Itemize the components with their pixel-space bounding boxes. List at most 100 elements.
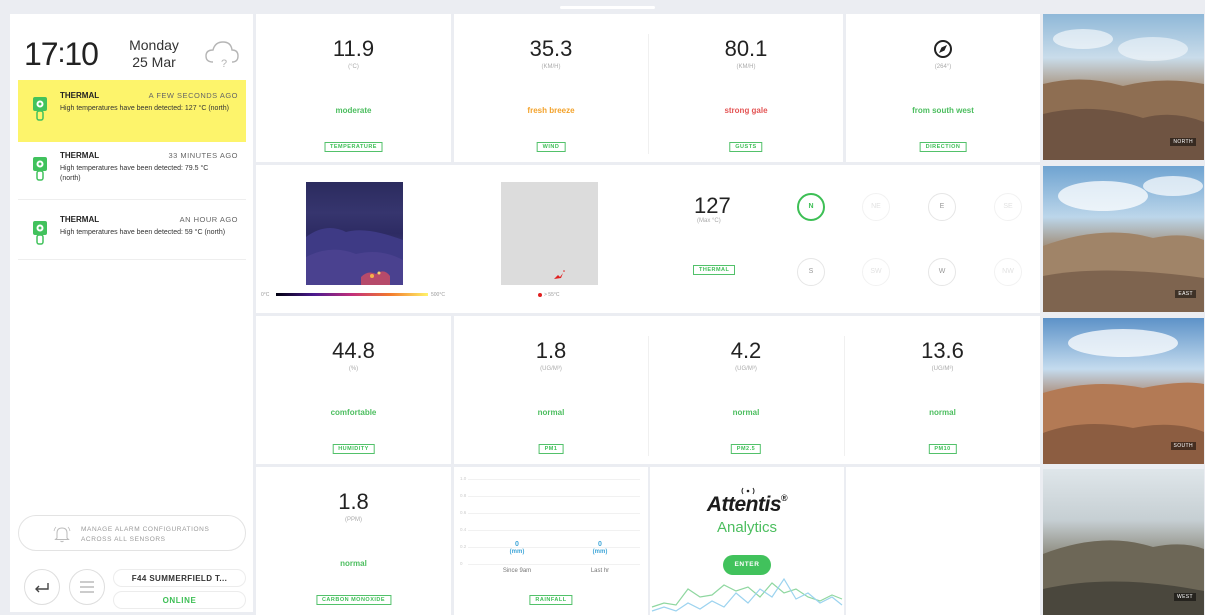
pm25-desc: normal: [732, 408, 760, 417]
pm1-value: 1.8: [535, 338, 567, 363]
humidity-tile[interactable]: 44.8 (%) comfortable HUMIDITY: [256, 316, 451, 464]
pm25-value: 4.2: [730, 338, 762, 363]
pm25-unit: (UG/M³): [735, 366, 757, 372]
attentis-analytics-tile[interactable]: Attentis® Analytics ENTER: [650, 467, 844, 615]
camera-label: NORTH: [1170, 138, 1196, 146]
rain-tick: 0.6: [460, 510, 467, 515]
carbon-monoxide-tile[interactable]: 1.8 (PPM) normal CARBON MONOXIDE: [256, 467, 451, 615]
thermal-sensor-icon: [33, 221, 47, 245]
brand-wordmark: Attentis: [706, 493, 782, 516]
rain-tick: 1.0: [460, 476, 467, 481]
manage-alarms-label: MANAGE ALARM CONFIGURATIONS ACROSS ALL S…: [81, 526, 210, 543]
clock: 17:10: [24, 36, 99, 72]
direction-button-s[interactable]: S: [797, 258, 825, 286]
direction-degrees: (264°): [934, 64, 952, 70]
back-button[interactable]: [24, 569, 60, 605]
gusts-tag: GUSTS: [729, 142, 763, 152]
hamburger-menu-icon: [80, 581, 94, 593]
alert-time: 33 MINUTES AGO: [168, 151, 238, 160]
weekday: Monday: [129, 37, 179, 53]
camera-south[interactable]: SOUTH: [1043, 318, 1204, 464]
direction-button-sw[interactable]: SW: [862, 258, 890, 286]
detection-legend: > 55°C: [538, 292, 559, 298]
alert-item-1[interactable]: THERMAL A FEW SECONDS AGO High temperatu…: [18, 80, 246, 142]
gusts-value: 80.1: [724, 36, 768, 61]
co-desc: normal: [340, 559, 367, 568]
thermal-camera-image: [306, 182, 403, 285]
thermal-color-scale: [276, 293, 428, 296]
camera-label: SOUTH: [1170, 442, 1196, 450]
clock-row: 17:10 Monday 25 Mar ?: [10, 14, 253, 84]
pm1-tag: PM1: [538, 444, 564, 454]
temperature-tile[interactable]: 11.9 (°C) moderate TEMPERATURE: [256, 14, 451, 162]
alert-title: THERMAL: [60, 91, 100, 100]
menu-button[interactable]: [69, 569, 105, 605]
pm10-section: 13.6 (UG/M³) normal PM10: [845, 316, 1040, 464]
alert-item-2[interactable]: THERMAL 33 MINUTES AGO High temperatures…: [18, 140, 246, 202]
alert-item-3[interactable]: THERMAL AN HOUR AGO High temperatures ha…: [18, 204, 246, 266]
alert-title: THERMAL: [60, 215, 100, 224]
grid-line: [468, 496, 640, 497]
direction-tag: DIRECTION: [919, 142, 967, 152]
sidebar: 17:10 Monday 25 Mar ? THERMAL A FEW SECO…: [10, 14, 253, 612]
rain-since9-unit: (mm): [509, 549, 525, 555]
temperature-desc: moderate: [335, 106, 372, 115]
direction-button-n[interactable]: N: [797, 193, 825, 221]
alert-message: High temperatures have been detected: 59…: [60, 229, 226, 236]
wind-desc: fresh breeze: [527, 106, 575, 115]
device-name[interactable]: F44 SUMMERFIELD T...: [113, 569, 246, 587]
wind-tile[interactable]: 35.3 (KM/H) fresh breeze WIND 80.1 (KM/H…: [454, 14, 843, 162]
direction-button-se[interactable]: SE: [994, 193, 1022, 221]
brand-registered-mark: ®: [781, 493, 788, 503]
brand-subtitle: Analytics: [716, 519, 778, 536]
camera-north[interactable]: NORTH: [1043, 14, 1204, 160]
hotspot-dot-icon: [538, 292, 542, 297]
direction-button-nw[interactable]: NW: [994, 258, 1022, 286]
alert-title: THERMAL: [60, 151, 100, 160]
thermal-tile[interactable]: 0°C 500°C > 55°C 127 (Max °C) THERMAL N …: [256, 165, 1040, 313]
direction-button-e[interactable]: E: [928, 193, 956, 221]
compass-needle-icon: [934, 40, 952, 58]
humidity-desc: comfortable: [330, 408, 377, 417]
humidity-unit: (%): [348, 366, 359, 372]
temperature-unit: (°C): [348, 64, 359, 70]
rain-lasthr-label: Last hr: [590, 568, 610, 574]
alert-time: A FEW SECONDS AGO: [148, 91, 238, 100]
manage-alarms-button[interactable]: MANAGE ALARM CONFIGURATIONS ACROSS ALL S…: [18, 515, 246, 551]
pm1-section: 1.8 (UG/M³) normal PM1: [454, 316, 648, 464]
particulate-tile[interactable]: 1.8 (UG/M³) normal PM1 4.2 (UG/M³) norma…: [454, 316, 1040, 464]
empty-tile: [846, 467, 1040, 615]
thermal-max-unit: (Max °C): [697, 218, 721, 224]
direction-button-ne[interactable]: NE: [862, 193, 890, 221]
alert-time: AN HOUR AGO: [179, 215, 238, 224]
pm10-unit: (UG/M³): [931, 366, 954, 372]
thermal-legend-max: 500°C: [431, 292, 445, 298]
brand-name: Attentis®: [650, 493, 844, 517]
rain-lasthr-value: 0: [598, 541, 602, 548]
direction-button-w[interactable]: W: [928, 258, 956, 286]
co-value: 1.8: [338, 489, 369, 514]
rainfall-tile[interactable]: 1.0 0.8 0.6 0.4 0.2 0 0 (mm) Since 9am 0…: [454, 467, 648, 615]
rain-since9-label: Since 9am: [502, 568, 532, 574]
alert-message: High temperatures have been detected: 79…: [60, 165, 209, 182]
return-icon: [35, 583, 49, 593]
rain-tick: 0: [460, 561, 463, 566]
alert-message: High temperatures have been detected: 12…: [60, 105, 229, 112]
divider: [18, 199, 246, 200]
gusts-unit: (KM/H): [736, 64, 756, 70]
camera-east[interactable]: EAST: [1043, 166, 1204, 312]
rain-tick: 0.8: [460, 493, 467, 498]
cloud-unknown-icon: ?: [205, 41, 239, 70]
humidity-tag: HUMIDITY: [332, 444, 375, 454]
hotspot-detection-image: [501, 182, 598, 285]
pm10-value: 13.6: [921, 338, 964, 363]
pm25-section: 4.2 (UG/M³) normal PM2.5: [649, 316, 843, 464]
wind-section: 35.3 (KM/H) fresh breeze WIND: [454, 14, 648, 162]
camera-west[interactable]: WEST: [1043, 469, 1204, 615]
temperature-tag: TEMPERATURE: [324, 142, 383, 152]
grid-line: [468, 530, 640, 531]
wind-value: 35.3: [529, 36, 573, 61]
direction-tile[interactable]: (264°) from south west DIRECTION: [846, 14, 1040, 162]
device-status: ONLINE: [113, 591, 246, 609]
detection-threshold: > 55°C: [544, 292, 560, 298]
